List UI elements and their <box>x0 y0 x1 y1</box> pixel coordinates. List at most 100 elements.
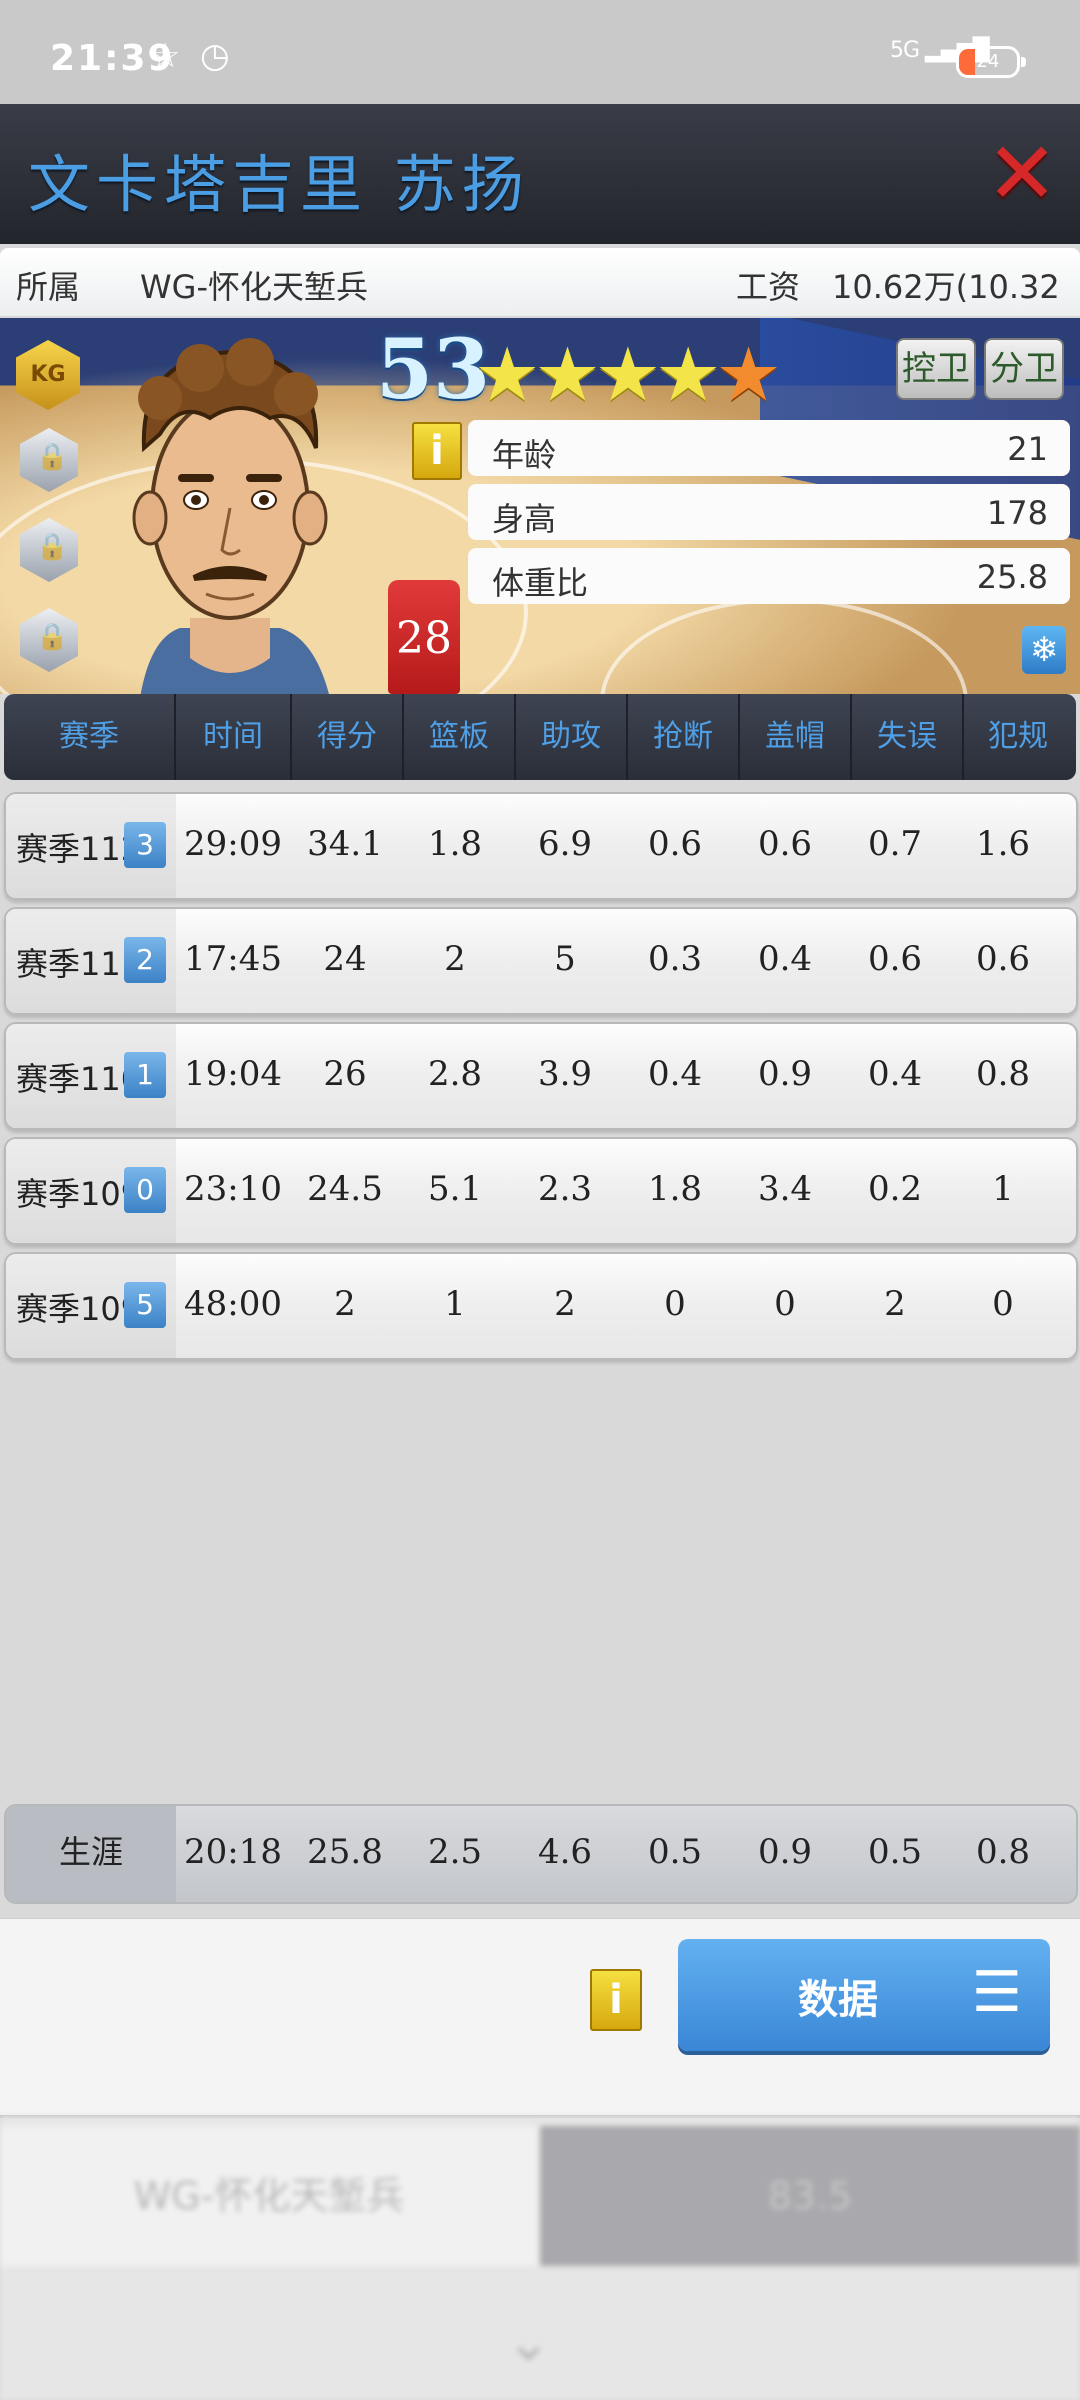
star-icon: ★ <box>594 332 661 418</box>
column-header-rebounds[interactable]: 篮板 <box>404 694 516 780</box>
blurred-background: WG-怀化天堑兵 83.5 ⌄ <box>0 2116 1080 2400</box>
column-header-steals[interactable]: 抢断 <box>628 694 740 780</box>
stats-table-header: 赛季 时间 得分 篮板 助攻 抢断 盖帽 失误 犯规 <box>4 694 1076 780</box>
season-cell: 赛季109 5 <box>6 1254 176 1358</box>
cell-steals: 0 <box>664 1284 686 1324</box>
table-row[interactable]: 赛季111 2 17:45 24 2 5 0.3 0.4 0.6 0.6 <box>4 907 1078 1015</box>
season-label: 赛季109 <box>16 1175 142 1213</box>
half-star-icon: ★ <box>715 332 781 418</box>
cell-steals: 0.6 <box>647 824 703 864</box>
battery-icon: 24 <box>956 46 1026 78</box>
cell-steals: 0.3 <box>647 939 703 979</box>
career-time: 20:18 <box>184 1832 282 1872</box>
position-button-sg[interactable]: 分卫 <box>984 338 1064 400</box>
bottom-panel: i 数据 ☰ <box>0 1918 1080 2118</box>
status-bar: 21:39 ☆ ◷ 5G ▂▄▆█ 24 <box>0 0 1080 104</box>
team-salary-row: 所属 WG-怀化天堑兵 工资 10.62万(10.32万) <box>0 248 1080 352</box>
info-icon[interactable]: i <box>590 1969 642 2031</box>
column-header-season[interactable]: 赛季 <box>4 694 176 780</box>
cell-time: 19:04 <box>184 1054 282 1094</box>
table-row[interactable]: 赛季112 3 29:09 34.1 1.8 6.9 0.6 0.6 0.7 1… <box>4 792 1078 900</box>
cell-rebounds: 5.1 <box>427 1169 483 1209</box>
overall-rating: 53 <box>376 322 491 418</box>
season-label: 赛季110 <box>16 1060 142 1098</box>
career-fouls: 0.8 <box>975 1832 1031 1872</box>
career-points: 25.8 <box>307 1832 383 1872</box>
star-icon: ★ <box>655 332 721 418</box>
career-label: 生涯 <box>6 1806 176 1902</box>
cell-fouls: 1.6 <box>975 824 1031 864</box>
cell-points: 24 <box>323 939 367 979</box>
cell-steals: 1.8 <box>647 1169 703 1209</box>
cell-turnovers: 0.2 <box>867 1169 923 1209</box>
cell-steals: 0.4 <box>647 1054 703 1094</box>
cell-turnovers: 2 <box>884 1284 906 1324</box>
chevron-down-icon: ⌄ <box>506 2310 552 2373</box>
star-icon: ★ <box>534 332 600 418</box>
cell-turnovers: 0.4 <box>867 1054 923 1094</box>
star-icon: ☆ <box>150 36 181 76</box>
column-header-fouls[interactable]: 犯规 <box>964 694 1072 780</box>
cell-fouls: 0.8 <box>975 1054 1031 1094</box>
season-index-badge: 3 <box>124 822 166 868</box>
cell-points: 34.1 <box>307 824 383 864</box>
season-cell: 赛季109 0 <box>6 1139 176 1243</box>
career-row: 生涯 20:18 25.8 2.5 4.6 0.5 0.9 0.5 0.8 <box>4 1804 1078 1904</box>
cell-points: 24.5 <box>307 1169 383 1209</box>
column-header-assists[interactable]: 助攻 <box>516 694 628 780</box>
cell-rebounds: 1.8 <box>427 824 483 864</box>
cell-time: 23:10 <box>184 1169 282 1209</box>
attribute-height: 身高 178 <box>468 484 1070 540</box>
cell-blocks: 0.6 <box>757 824 813 864</box>
career-rebounds: 2.5 <box>427 1832 483 1872</box>
cell-assists: 2.3 <box>537 1169 593 1209</box>
blurred-team-label: WG-怀化天堑兵 <box>0 2126 538 2266</box>
attribute-label: 年龄 <box>492 436 557 474</box>
attribute-label: 身高 <box>492 500 557 538</box>
attribute-age: 年龄 21 <box>468 420 1070 476</box>
star-rating: ★★★★★ <box>474 332 782 418</box>
team-label: 所属 <box>16 268 81 306</box>
position-button-pg[interactable]: 控卫 <box>896 338 976 400</box>
column-header-blocks[interactable]: 盖帽 <box>740 694 852 780</box>
cell-rebounds: 2 <box>444 939 466 979</box>
cell-rebounds: 2.8 <box>427 1054 483 1094</box>
table-row[interactable]: 赛季110 1 19:04 26 2.8 3.9 0.4 0.9 0.4 0.8 <box>4 1022 1078 1130</box>
season-index-badge: 1 <box>124 1052 166 1098</box>
column-header-time[interactable]: 时间 <box>176 694 292 780</box>
snowflake-icon[interactable]: ❄ <box>1022 626 1066 674</box>
star-icon: ★ <box>474 332 540 418</box>
cell-blocks: 3.4 <box>757 1169 813 1209</box>
attribute-value: 21 <box>1007 430 1048 468</box>
season-cell: 赛季111 2 <box>6 909 176 1013</box>
cell-points: 2 <box>334 1284 356 1324</box>
cell-time: 48:00 <box>184 1284 282 1324</box>
network-label: 5G <box>890 38 920 63</box>
cell-assists: 5 <box>554 939 576 979</box>
lock-icon[interactable] <box>20 428 78 492</box>
title-bar: 文卡塔吉里 苏扬 ✕ <box>0 104 1080 244</box>
season-cell: 赛季110 1 <box>6 1024 176 1128</box>
cell-assists: 6.9 <box>537 824 593 864</box>
table-row[interactable]: 赛季109 0 23:10 24.5 5.1 2.3 1.8 3.4 0.2 1 <box>4 1137 1078 1245</box>
column-header-points[interactable]: 得分 <box>292 694 404 780</box>
close-icon[interactable]: ✕ <box>986 131 1058 217</box>
kg-badge[interactable]: KG <box>16 340 80 410</box>
info-icon[interactable]: i <box>412 422 462 480</box>
attribute-weight-ratio: 体重比 25.8 <box>468 548 1070 604</box>
cell-assists: 2 <box>554 1284 576 1324</box>
cell-fouls: 1 <box>992 1169 1014 1209</box>
salary-label: 工资 <box>736 268 801 306</box>
data-button[interactable]: 数据 ☰ <box>678 1939 1050 2051</box>
column-header-turnovers[interactable]: 失误 <box>852 694 964 780</box>
table-row[interactable]: 赛季109 5 48:00 2 1 2 0 0 2 0 <box>4 1252 1078 1360</box>
blurred-value: 83.5 <box>540 2126 1080 2266</box>
data-button-label: 数据 <box>798 1977 878 2023</box>
career-blocks: 0.9 <box>757 1832 813 1872</box>
cell-rebounds: 1 <box>444 1284 466 1324</box>
cell-assists: 3.9 <box>537 1054 593 1094</box>
jersey-icon: 28 <box>388 580 460 694</box>
cell-turnovers: 0.7 <box>867 824 923 864</box>
cell-blocks: 0 <box>774 1284 796 1324</box>
player-card: KG 28 53 ★★★★★ 控卫 分卫 i 年龄 21 身高 178 体重比 <box>0 318 1080 694</box>
